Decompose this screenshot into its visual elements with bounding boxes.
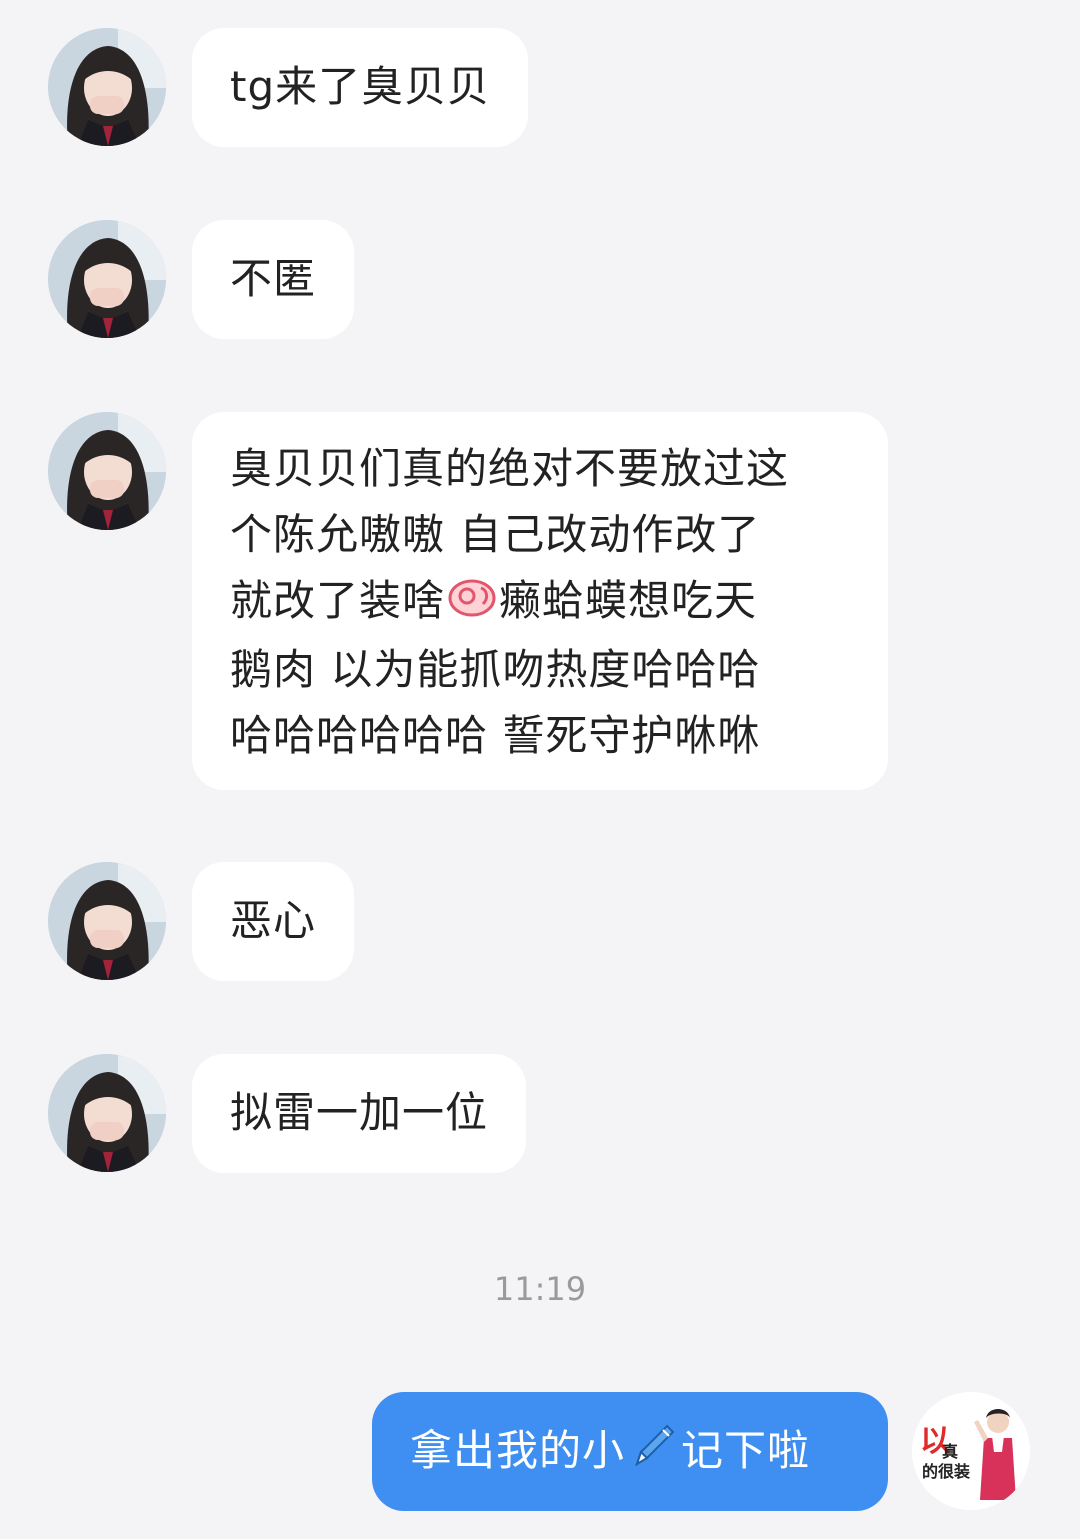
pen-icon xyxy=(627,1418,679,1489)
message-text: 拟雷一加一位 xyxy=(230,1088,489,1137)
message-text: 不匿 xyxy=(230,254,317,303)
message-text-line: 臭贝贝们真的绝对不要放过这 xyxy=(230,444,790,493)
message-text-segment: 就改了装啥 xyxy=(230,576,446,625)
message-text: 恶心 xyxy=(230,896,317,945)
message-bubble[interactable]: 恶心 xyxy=(192,862,355,981)
contact-avatar[interactable] xyxy=(48,220,166,338)
outgoing-text-segment: 记下啦 xyxy=(681,1426,811,1475)
message-bubble[interactable]: 不匿 xyxy=(192,220,355,339)
hand-emoji-icon xyxy=(447,571,497,637)
contact-avatar[interactable] xyxy=(48,28,166,146)
message-bubble[interactable]: tg来了臭贝贝 xyxy=(192,28,529,147)
message-text-line: 个陈允嗷嗷 自己改动作改了 xyxy=(230,510,761,559)
message-text-line: 哈哈哈哈哈哈 誓死守护咻咻 xyxy=(230,710,761,760)
outgoing-message-bubble[interactable]: 拿出我的小 记下啦 xyxy=(372,1392,888,1511)
avatar-image xyxy=(48,220,166,338)
contact-avatar[interactable] xyxy=(48,1054,166,1172)
contact-avatar[interactable] xyxy=(48,862,166,980)
avatar-image xyxy=(48,412,166,530)
contact-avatar[interactable] xyxy=(48,412,166,530)
message-bubble[interactable]: 拟雷一加一位 xyxy=(192,1054,527,1173)
message-text: tg来了臭贝贝 xyxy=(230,62,491,111)
message-text-line: 就改了装啥 癞蛤蟆想吃天 xyxy=(230,568,850,637)
message-text-line: 鹅肉 以为能抓吻热度哈哈哈 xyxy=(230,644,761,694)
message-text-segment: 癞蛤蟆想吃天 xyxy=(499,576,758,625)
avatar-image xyxy=(48,1054,166,1172)
timestamp: 11:19 xyxy=(493,1270,587,1308)
self-avatar[interactable]: 以 真 的很装 xyxy=(912,1392,1030,1510)
message-bubble[interactable]: 臭贝贝们真的绝对不要放过这 个陈允嗷嗷 自己改动作改了 就改了装啥 癞蛤蟆想吃天 … xyxy=(192,412,888,790)
avatar-image xyxy=(48,28,166,146)
sticker-tail-text: 的很装 xyxy=(922,1462,971,1481)
outgoing-message-text: 拿出我的小 记下啦 xyxy=(410,1418,850,1489)
outgoing-text-segment: 拿出我的小 xyxy=(410,1426,626,1475)
avatar-image xyxy=(48,862,166,980)
